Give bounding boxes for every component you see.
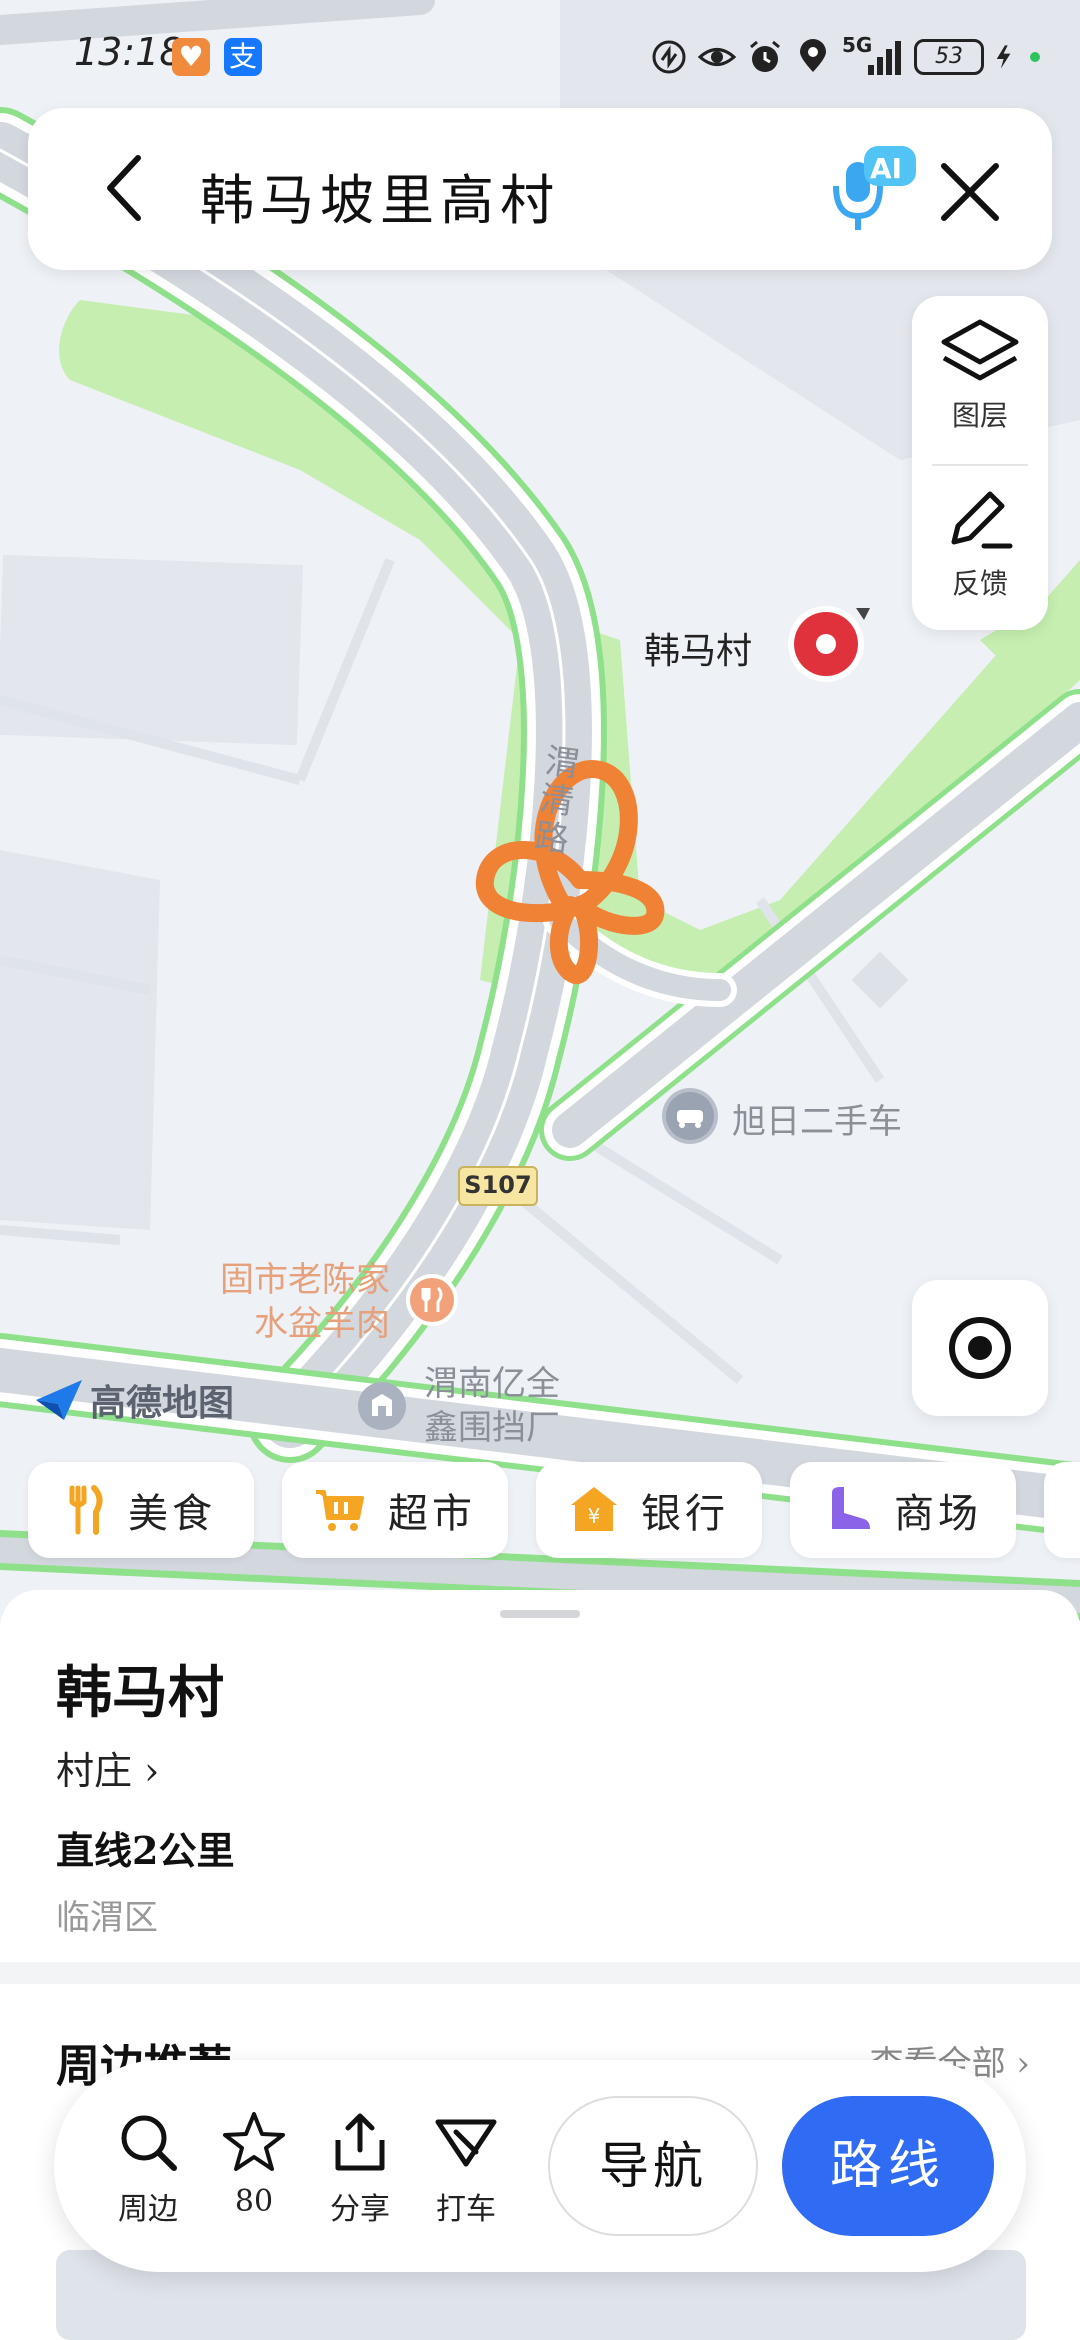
search-bar[interactable]: 韩马坡里高村 AI [28,108,1052,270]
chip-mall-label: 商场 [894,1491,982,1537]
chip-mall[interactable]: 商场 [790,1462,1016,1558]
chip-bank[interactable]: ¥ 银行 [536,1462,762,1558]
eye-icon [698,48,736,66]
navigate-button[interactable]: 导航 [548,2096,758,2236]
location-pin[interactable] [786,604,870,688]
car-poi-icon[interactable] [662,1088,718,1144]
poi-food-label[interactable]: 固市老陈家 水盆羊肉 [190,1258,390,1346]
poi-factory-label[interactable]: 渭南亿全 鑫围挡厂 [424,1362,560,1450]
feedback-label: 反馈 [951,567,1008,600]
data-saver-icon [652,40,686,74]
poi-factory-line2: 鑫围挡厂 [424,1408,560,1448]
taxi-action[interactable]: 打车 [416,2110,516,2228]
place-district: 临渭区 [56,1898,158,1938]
health-app-icon: ♥ [172,38,210,76]
bottom-action-bar: 周边 80 分享 打车 导航 路线 [54,2060,1026,2272]
poi-factory-line1: 渭南亿全 [424,1364,560,1404]
chip-food[interactable]: 美食 [28,1462,254,1558]
chip-supermarket-label: 超市 [388,1491,476,1537]
cart-icon [316,1490,364,1531]
battery-level: 53 [935,44,963,69]
nearby-action-label: 周边 [118,2192,178,2227]
locate-icon [949,1317,1011,1379]
signal-indicator: 5G [842,33,904,77]
ai-voice-button[interactable]: AI [818,132,928,242]
status-dot [1030,52,1040,62]
nearby-action[interactable]: 周边 [98,2110,198,2228]
layers-icon [941,319,1019,381]
section-divider [0,1962,1080,1984]
poi-food-line1: 固市老陈家 [220,1260,390,1300]
layers-label: 图层 [951,399,1008,432]
chip-more[interactable] [1044,1462,1080,1558]
close-button[interactable] [930,152,1010,232]
location-icon [800,39,826,72]
edit-pencil-icon [951,491,1013,549]
road-code-text: S107 [464,1171,532,1199]
favorite-count: 80 [234,2184,274,2219]
chevron-left-icon [107,155,141,221]
place-name: 韩马村 [56,1660,224,1726]
feedback-button[interactable]: 反馈 [912,464,1048,624]
fork-knife-icon [69,1485,103,1535]
amap-watermark: 高德地图 [34,1374,234,1426]
poi-village-label[interactable]: 韩马村 [644,622,752,674]
share-icon [335,2113,385,2171]
charging-icon [996,45,1011,69]
chip-supermarket[interactable]: 超市 [282,1462,508,1558]
status-bar: 13:18 ♥ 支 5G 53 [0,0,1080,110]
share-action-label: 分享 [330,2192,390,2227]
layers-button[interactable]: 图层 [912,296,1048,456]
amap-logo-icon [36,1380,82,1420]
bank-icon: ¥ [571,1487,617,1531]
taxi-icon [435,2119,497,2167]
mall-icon [832,1487,870,1529]
search-icon [121,2115,177,2171]
favorite-action[interactable]: 80 [204,2110,304,2219]
svg-text:¥: ¥ [588,1504,601,1528]
search-query-text[interactable]: 韩马坡里高村 [200,156,560,235]
map-tool-panel: 图层 反馈 [912,296,1048,630]
poi-food-line2: 水盆羊肉 [254,1304,390,1344]
route-button[interactable]: 路线 [782,2096,994,2236]
amap-watermark-text: 高德地图 [90,1383,235,1424]
back-button[interactable] [88,148,168,228]
star-icon [223,2112,285,2171]
microphone-icon [833,146,916,230]
signal-bars-icon [868,41,901,75]
locate-me-button[interactable] [912,1280,1048,1416]
category-chips: 美食 超市 ¥ 银行 商场 [28,1462,1080,1558]
alipay-app-icon: 支 [224,38,262,76]
food-poi-icon[interactable] [404,1272,460,1328]
poi-car-label[interactable]: 旭日二手车 [732,1094,902,1143]
share-action[interactable]: 分享 [310,2110,410,2228]
factory-poi-icon[interactable] [356,1380,408,1432]
taxi-action-label: 打车 [436,2192,496,2227]
place-category-link[interactable]: 村庄 › [56,1740,159,1795]
chip-bank-label: 银行 [641,1491,729,1537]
road-code-badge: S107 [458,1166,538,1206]
place-distance: 直线2公里 [56,1828,235,1873]
sheet-drag-handle[interactable] [500,1610,580,1618]
close-icon [941,163,999,221]
status-time: 13:18 [74,30,184,74]
battery-indicator: 53 [914,39,984,75]
status-icons: 5G 53 [650,32,1040,82]
chip-food-label: 美食 [128,1491,216,1537]
ai-badge: AI [870,152,903,185]
alarm-icon [750,40,780,72]
